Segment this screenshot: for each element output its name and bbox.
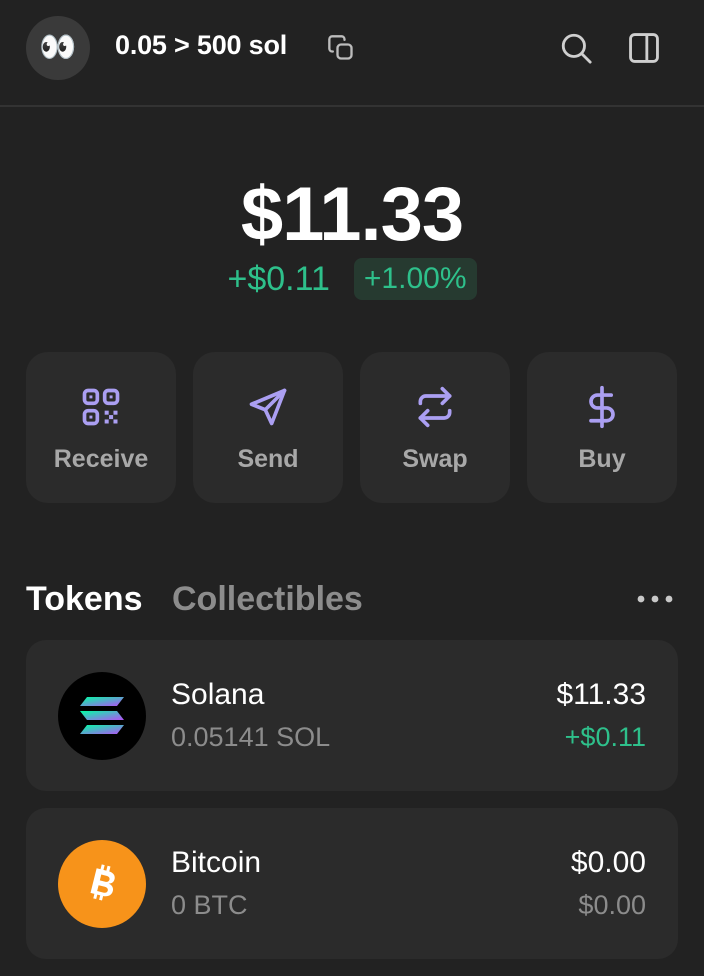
balance-change-amount: +$0.11 (227, 259, 330, 298)
account-avatar[interactable]: 👀 (26, 16, 90, 80)
asset-tabs: Tokens Collectibles (26, 580, 678, 624)
search-icon[interactable] (559, 31, 593, 65)
tab-tokens[interactable]: Tokens (26, 580, 143, 619)
swap-button[interactable]: Swap (360, 352, 510, 503)
qr-code-icon (82, 388, 120, 426)
token-row-solana[interactable]: Solana 0.05141 SOL $11.33 +$0.11 (26, 640, 678, 791)
token-amount: 0 BTC (171, 890, 248, 920)
solana-logo-icon (58, 672, 146, 760)
header-bar: 👀 0.05 > 500 sol (0, 0, 704, 107)
total-balance: $11.33 (240, 172, 464, 257)
balance-change-percent-badge: +1.00% (353, 258, 477, 300)
send-button[interactable]: Send (193, 352, 343, 503)
receive-label: Receive (53, 445, 149, 473)
token-row-bitcoin[interactable]: Bitcoin 0 BTC $0.00 $0.00 (26, 808, 678, 959)
sidebar-icon[interactable] (627, 31, 661, 65)
token-change: $0.00 (578, 890, 646, 920)
account-name[interactable]: 0.05 > 500 sol (115, 30, 287, 61)
send-label: Send (237, 445, 299, 473)
token-name: Bitcoin (171, 846, 262, 879)
token-name: Solana (171, 678, 265, 711)
bitcoin-logo-icon (58, 840, 146, 928)
balance-change-row: +$0.11 +1.00% (0, 256, 704, 302)
copy-icon[interactable] (327, 34, 355, 62)
token-change: +$0.11 (564, 722, 646, 752)
buy-button[interactable]: Buy (527, 352, 677, 503)
receive-button[interactable]: Receive (26, 352, 176, 503)
swap-icon (418, 386, 452, 428)
more-options-icon[interactable] (636, 594, 674, 604)
token-value: $11.33 (556, 678, 646, 711)
send-icon (249, 388, 287, 426)
buy-label: Buy (578, 445, 626, 473)
dollar-icon (589, 385, 615, 429)
token-value: $0.00 (570, 846, 646, 879)
token-amount: 0.05141 SOL (171, 722, 331, 752)
eyes-emoji-icon: 👀 (39, 31, 77, 64)
swap-label: Swap (402, 445, 468, 473)
token-list: Solana 0.05141 SOL $11.33 +$0.11 Bitcoin… (26, 640, 678, 976)
tab-collectibles[interactable]: Collectibles (172, 580, 363, 619)
action-buttons: Receive Send Swap Buy (26, 352, 678, 503)
